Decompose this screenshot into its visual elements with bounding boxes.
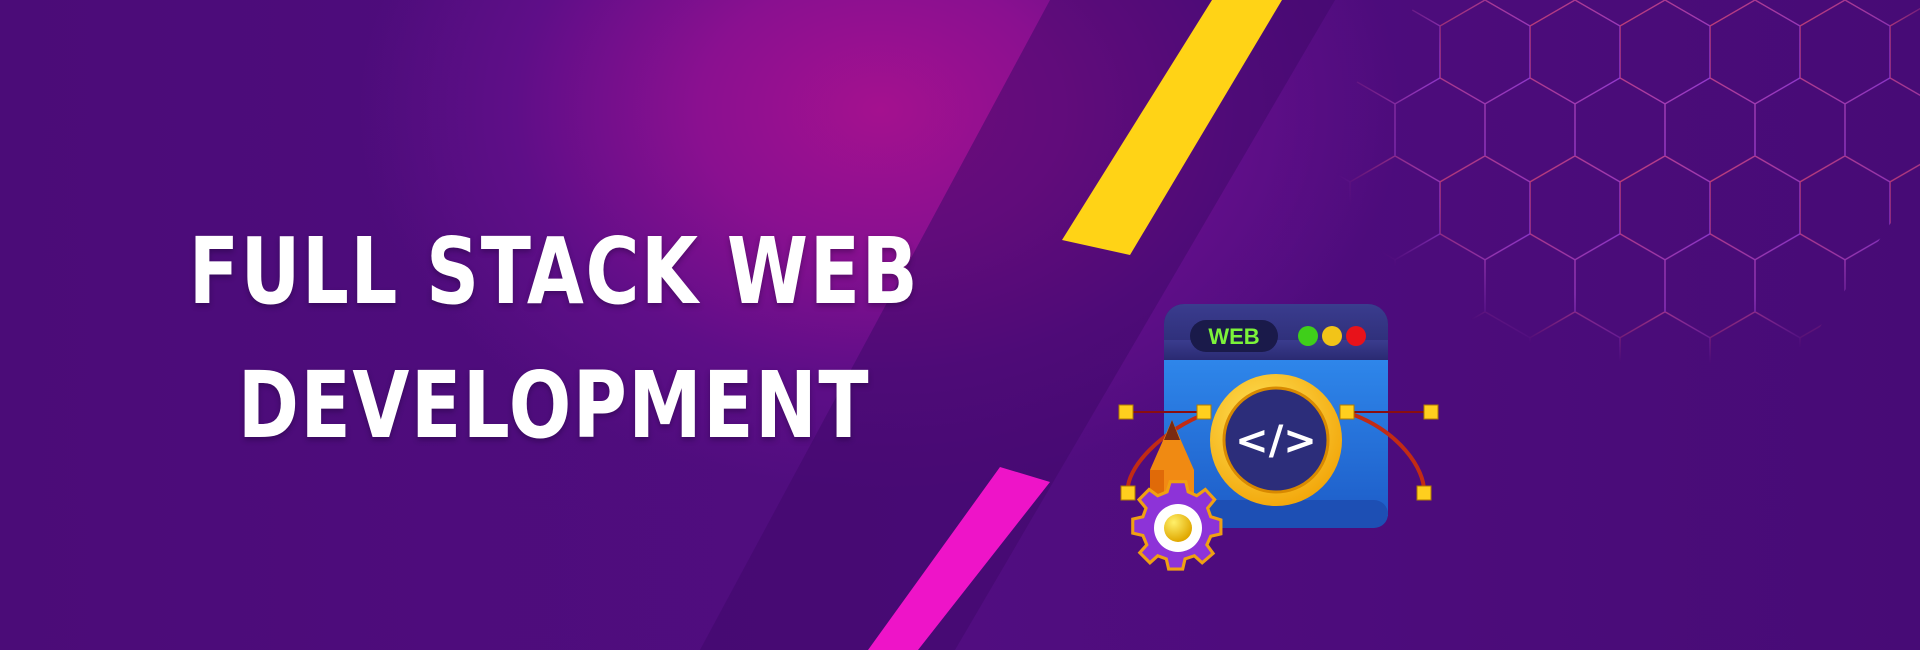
red-dot-icon [1346,326,1366,346]
page-title: FULL STACK WEB DEVELOPMENT [110,205,998,473]
title-line-1: FULL STACK WEB [188,218,920,325]
title-line-2: DEVELOPMENT [237,352,871,459]
gear-icon [1131,480,1223,571]
hero-banner: WEB </> FULL STACK WEB DEVELOPMENT [0,0,1920,650]
code-symbol: </> [1235,418,1317,464]
window-tag: WEB [1208,324,1259,349]
green-dot-icon [1298,326,1318,346]
yellow-dot-icon [1322,326,1342,346]
code-icon: </> [1210,374,1342,506]
